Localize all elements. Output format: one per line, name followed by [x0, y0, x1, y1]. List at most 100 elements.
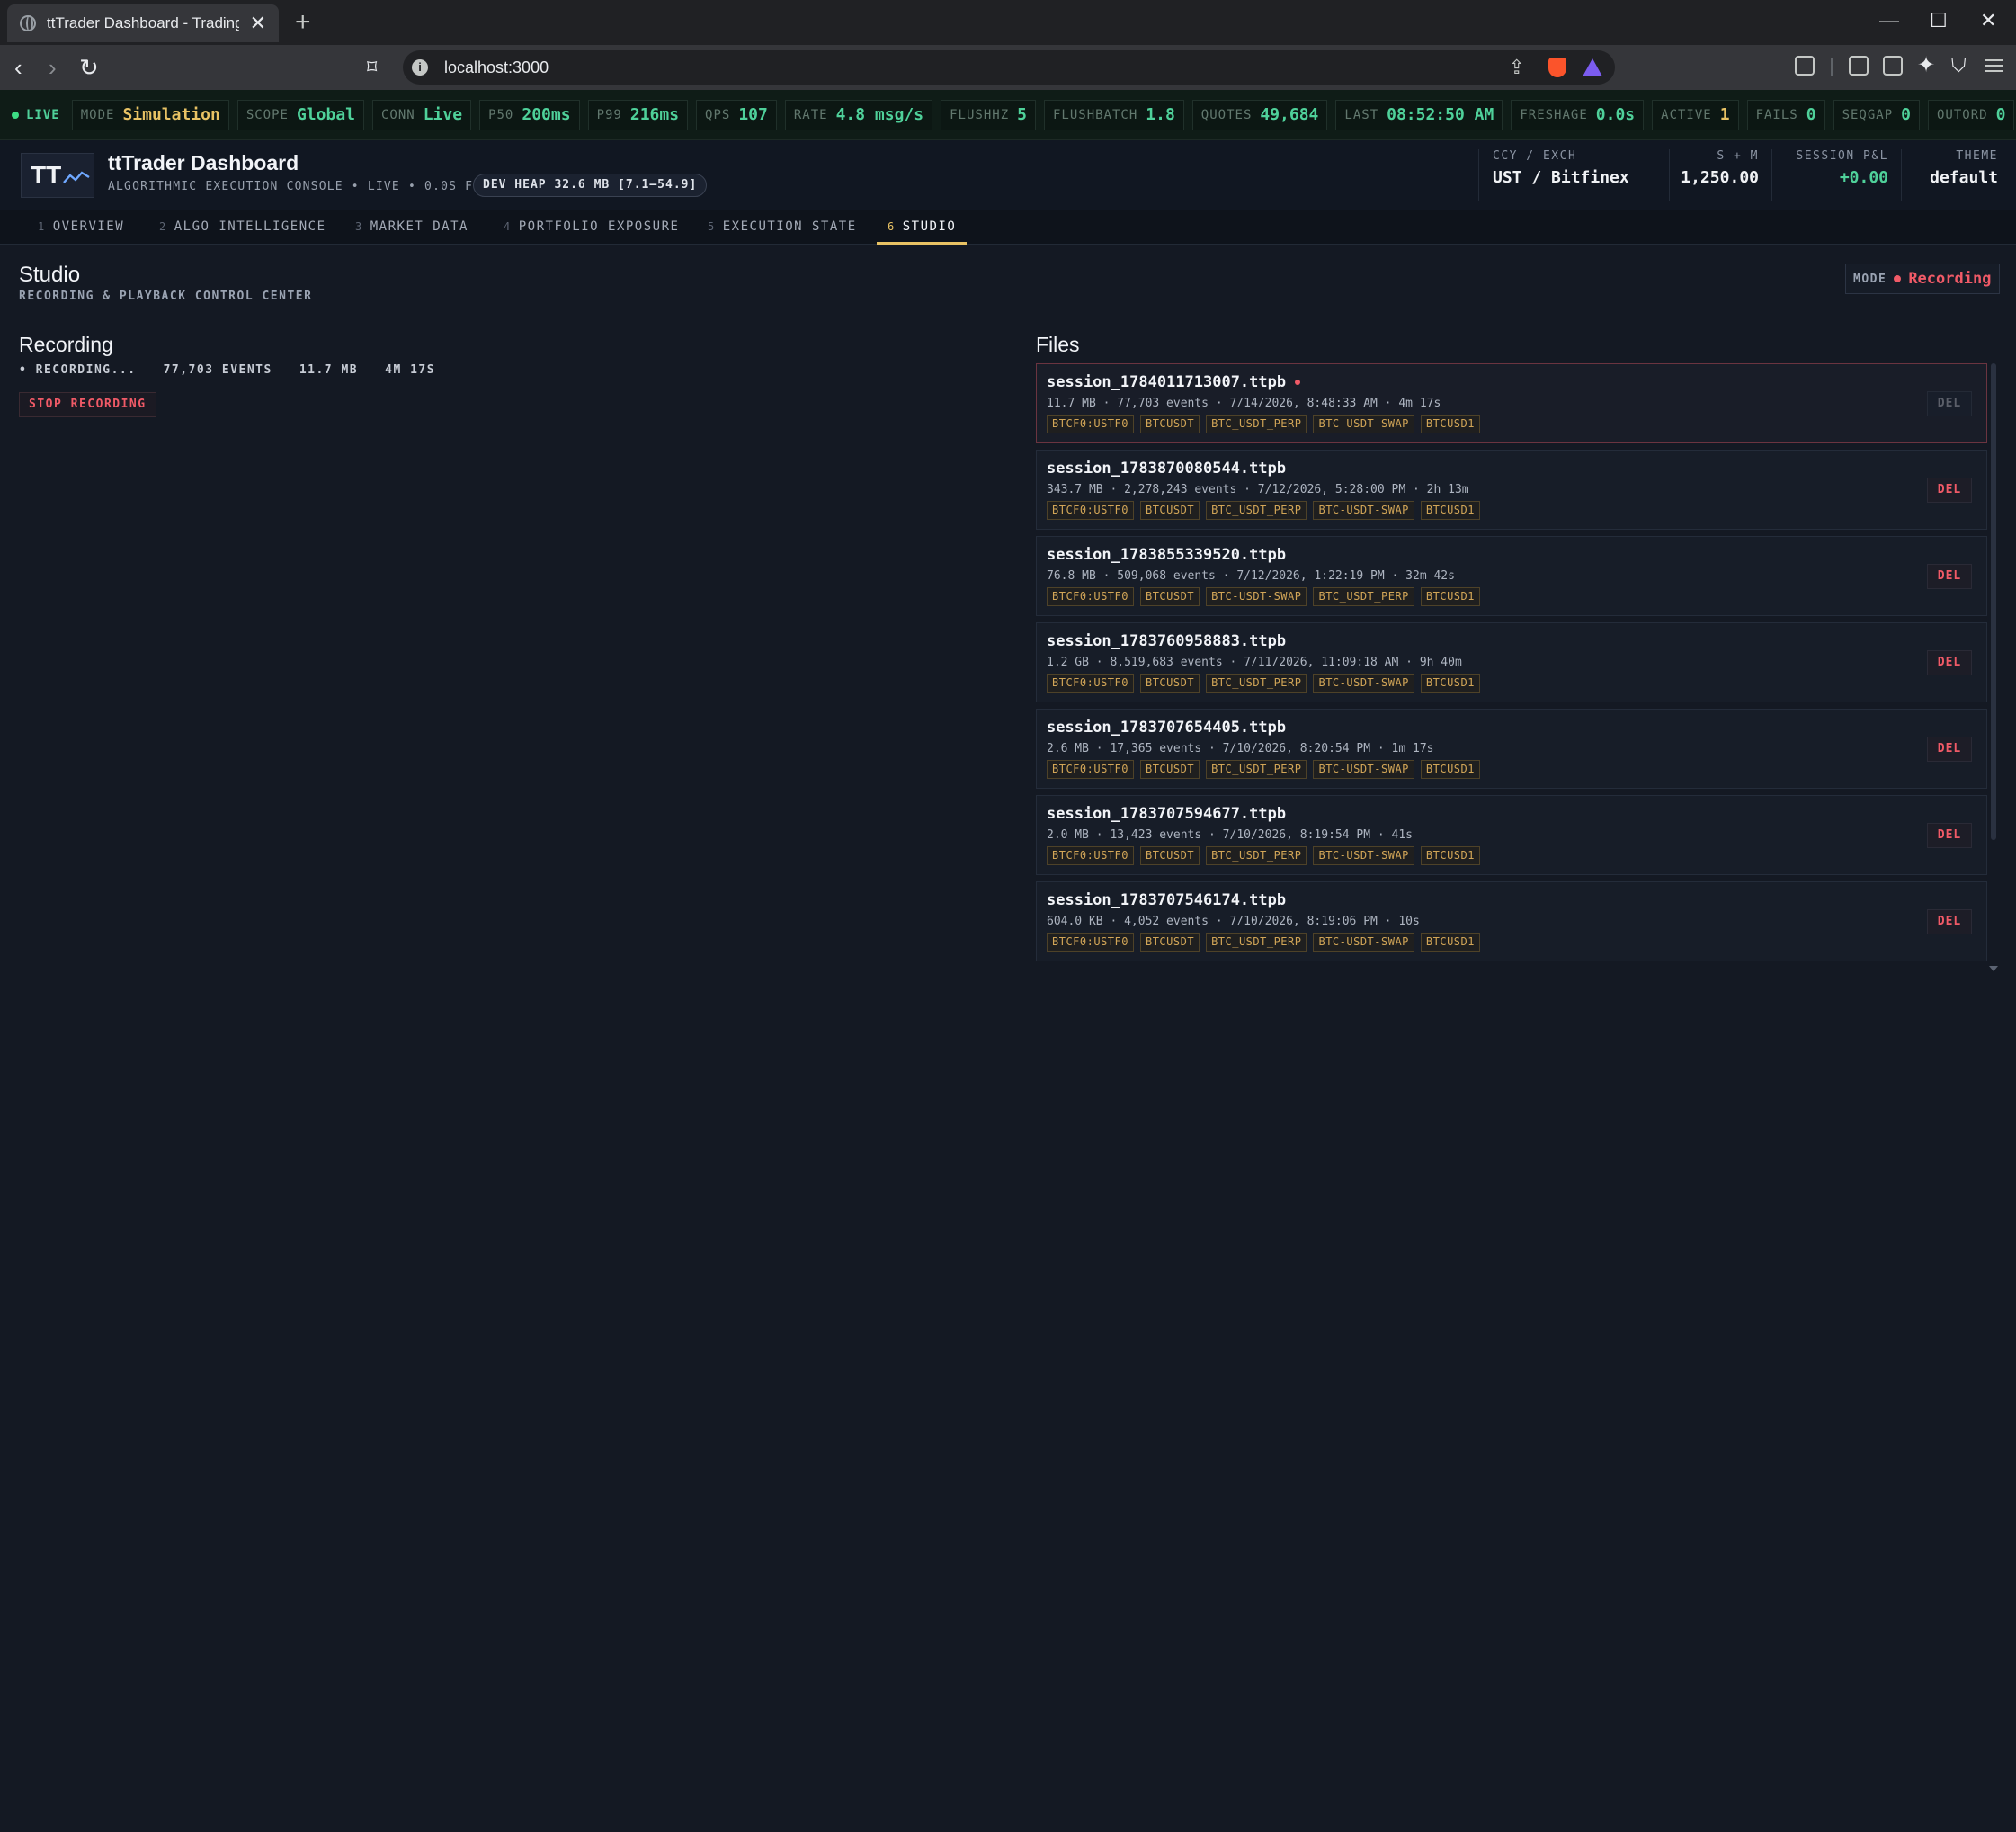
- file-tags: BTCF0:USTF0 BTCUSDT BTC-USDT-SWAP BTC_USDT_…: [1047, 587, 1480, 606]
- stat-p99: P99 216ms: [587, 99, 689, 130]
- symbol-tag: BTCUSD1: [1420, 415, 1480, 433]
- file-card[interactable]: session_1783855339520.ttpb 76.8 MB · 509,…: [1036, 536, 1987, 616]
- browser-tab[interactable]: ttTrader Dashboard - Trading Dashboard ✕: [7, 4, 279, 42]
- symbol-tag: BTCUSDT: [1139, 846, 1200, 865]
- recording-dot-icon: [1894, 275, 1902, 282]
- tab-execution-state[interactable]: 5 EXECUTION STATE: [708, 210, 857, 245]
- file-meta: 1.2 GB · 8,519,683 events · 7/11/2026, 1…: [1047, 656, 1462, 669]
- new-tab-button[interactable]: +: [295, 7, 311, 38]
- file-card[interactable]: session_1783707594677.ttpb 2.0 MB · 13,42…: [1036, 795, 1987, 875]
- file-name-text: session_1783855339520.ttpb: [1047, 546, 1287, 564]
- delete-file-button[interactable]: DEL: [1927, 737, 1972, 762]
- brave-rewards-icon[interactable]: [1583, 58, 1602, 76]
- file-card[interactable]: session_1783707654405.ttpb 2.6 MB · 17,36…: [1036, 709, 1987, 789]
- back-icon[interactable]: ‹: [14, 54, 22, 81]
- files-scrollbar[interactable]: [1991, 363, 1996, 840]
- tab-algo-intelligence[interactable]: 2 ALGO INTELLIGENCE: [159, 210, 326, 245]
- theme-selector[interactable]: THEME default: [1910, 149, 1998, 203]
- maximize-icon[interactable]: ☐: [1930, 9, 1948, 32]
- app-title: ttTrader Dashboard: [108, 151, 299, 174]
- file-card[interactable]: session_1783707546174.ttpb 604.0 KB · 4,0…: [1036, 881, 1987, 961]
- file-name[interactable]: session_1783760958883.ttpb: [1047, 632, 1286, 650]
- file-name[interactable]: session_1783707594677.ttpb: [1047, 805, 1286, 823]
- stat-value: 5: [1017, 105, 1027, 124]
- wallet-icon[interactable]: [1883, 56, 1903, 76]
- stat-flushhz: FLUSHHZ 5: [941, 99, 1036, 130]
- stat-label: FLUSHHZ: [950, 107, 1010, 122]
- symbol-tag: BTC_USDT_PERP: [1206, 760, 1307, 779]
- menu-icon[interactable]: [1985, 56, 2005, 76]
- tab-overview[interactable]: 1 OVERVIEW: [38, 210, 124, 245]
- stat-label: P99: [596, 107, 622, 122]
- tab-portfolio-exposure[interactable]: 4 PORTFOLIO EXPOSURE: [504, 210, 679, 245]
- minimize-icon[interactable]: —: [1879, 9, 1899, 32]
- stat-label: QUOTES: [1200, 107, 1253, 122]
- session-pnl-label: SESSION P&L: [1796, 149, 1888, 163]
- file-name[interactable]: session_1783707654405.ttpb: [1047, 719, 1286, 737]
- address-bar[interactable]: i localhost:3000 ⇪: [403, 50, 1615, 85]
- close-tab-icon[interactable]: ✕: [250, 12, 266, 35]
- leo-ai-icon[interactable]: ✦: [1917, 52, 1935, 79]
- live-label: LIVE: [26, 107, 60, 122]
- currency-exchange: CCY / EXCH UST / Bitfinex: [1493, 149, 1629, 203]
- address-url[interactable]: localhost:3000: [444, 58, 549, 77]
- file-meta: 604.0 KB · 4,052 events · 7/10/2026, 8:1…: [1047, 915, 1420, 928]
- file-name[interactable]: session_1783870080544.ttpb: [1047, 460, 1286, 478]
- tab-studio[interactable]: 6 STUDIO: [877, 210, 968, 245]
- live-dot-icon: [12, 111, 19, 119]
- file-name[interactable]: session_1783707546174.ttpb: [1047, 891, 1286, 909]
- tab-market-data[interactable]: 3 MARKET DATA: [355, 210, 468, 245]
- bookmark-icon[interactable]: ⌑: [367, 54, 377, 81]
- screenshot-icon[interactable]: [1795, 56, 1815, 76]
- file-name[interactable]: session_1784011713007.ttpb: [1047, 373, 1301, 391]
- main-tabs: 1 OVERVIEW 2 ALGO INTELLIGENCE 3 MARKET DAT…: [0, 210, 2016, 245]
- symbol-tag: BTCUSD1: [1420, 933, 1480, 952]
- stat-value: Simulation: [122, 105, 220, 124]
- stat-label: FAILS: [1755, 107, 1798, 122]
- forward-icon[interactable]: ›: [49, 54, 57, 81]
- delete-file-button[interactable]: DEL: [1927, 909, 1972, 934]
- sidebar-icon[interactable]: [1849, 56, 1869, 76]
- app-subtitle: ALGORITHMIC EXECUTION CONSOLE • LIVE • 0…: [108, 180, 506, 193]
- stat-rate: RATE 4.8 msg/s: [784, 99, 933, 130]
- stat-conn: CONN Live: [372, 99, 472, 130]
- vpn-icon[interactable]: ⛉: [1951, 52, 1967, 79]
- stat-p50: P50 200ms: [479, 99, 580, 130]
- brave-shields-icon[interactable]: [1548, 58, 1566, 77]
- window-close-icon[interactable]: ✕: [1980, 9, 1996, 32]
- share-icon[interactable]: ⇪: [1509, 56, 1525, 79]
- file-card[interactable]: session_1784011713007.ttpb 11.7 MB · 77,7…: [1036, 363, 1987, 443]
- symbol-tag: BTCF0:USTF0: [1047, 846, 1134, 865]
- symbol-tag: BTCUSD1: [1420, 501, 1480, 520]
- stat-value: 1.8: [1146, 105, 1175, 124]
- file-card[interactable]: session_1783760958883.ttpb 1.2 GB · 8,519…: [1036, 622, 1987, 702]
- symbol-tag: BTCUSDT: [1139, 933, 1200, 952]
- file-meta: 11.7 MB · 77,703 events · 7/14/2026, 8:4…: [1047, 397, 1441, 410]
- browser-tab-title: ttTrader Dashboard - Trading Dashboard: [47, 14, 239, 31]
- file-name[interactable]: session_1783855339520.ttpb: [1047, 546, 1286, 564]
- delete-file-button[interactable]: DEL: [1927, 391, 1972, 416]
- reload-icon[interactable]: ↻: [79, 54, 99, 81]
- theme-value[interactable]: default: [1910, 168, 1998, 187]
- session-pnl-value: +0.00: [1839, 168, 1888, 187]
- file-meta: 2.6 MB · 17,365 events · 7/10/2026, 8:20…: [1047, 742, 1434, 755]
- stat-value: 1: [1719, 105, 1730, 124]
- file-card[interactable]: session_1783870080544.ttpb 343.7 MB · 2,2…: [1036, 450, 1987, 530]
- stat-value: 0: [1901, 105, 1911, 124]
- stat-flushbatch: FLUSHBATCH 1.8: [1043, 99, 1184, 130]
- delete-file-button[interactable]: DEL: [1927, 478, 1972, 503]
- chart-line-icon: [63, 171, 90, 183]
- delete-file-button[interactable]: DEL: [1927, 564, 1972, 589]
- mode-value: Recording: [1908, 270, 1992, 288]
- stop-recording-button[interactable]: STOP RECORDING: [19, 392, 156, 417]
- delete-file-button[interactable]: DEL: [1927, 823, 1972, 848]
- files-list[interactable]: session_1784011713007.ttpb 11.7 MB · 77,7…: [1036, 363, 1987, 975]
- site-info-icon[interactable]: i: [412, 59, 428, 76]
- stat-value: 0: [1806, 105, 1816, 124]
- delete-file-button[interactable]: DEL: [1927, 650, 1972, 675]
- symbol-tag: BTCUSDT: [1139, 674, 1200, 693]
- file-tags: BTCF0:USTF0 BTCUSDT BTC_USDT_PERP BTC-USDT-…: [1047, 760, 1480, 779]
- header-divider: [1478, 149, 1479, 201]
- toolbar-divider: [1831, 58, 1833, 76]
- scroll-down-icon[interactable]: [1989, 966, 1998, 971]
